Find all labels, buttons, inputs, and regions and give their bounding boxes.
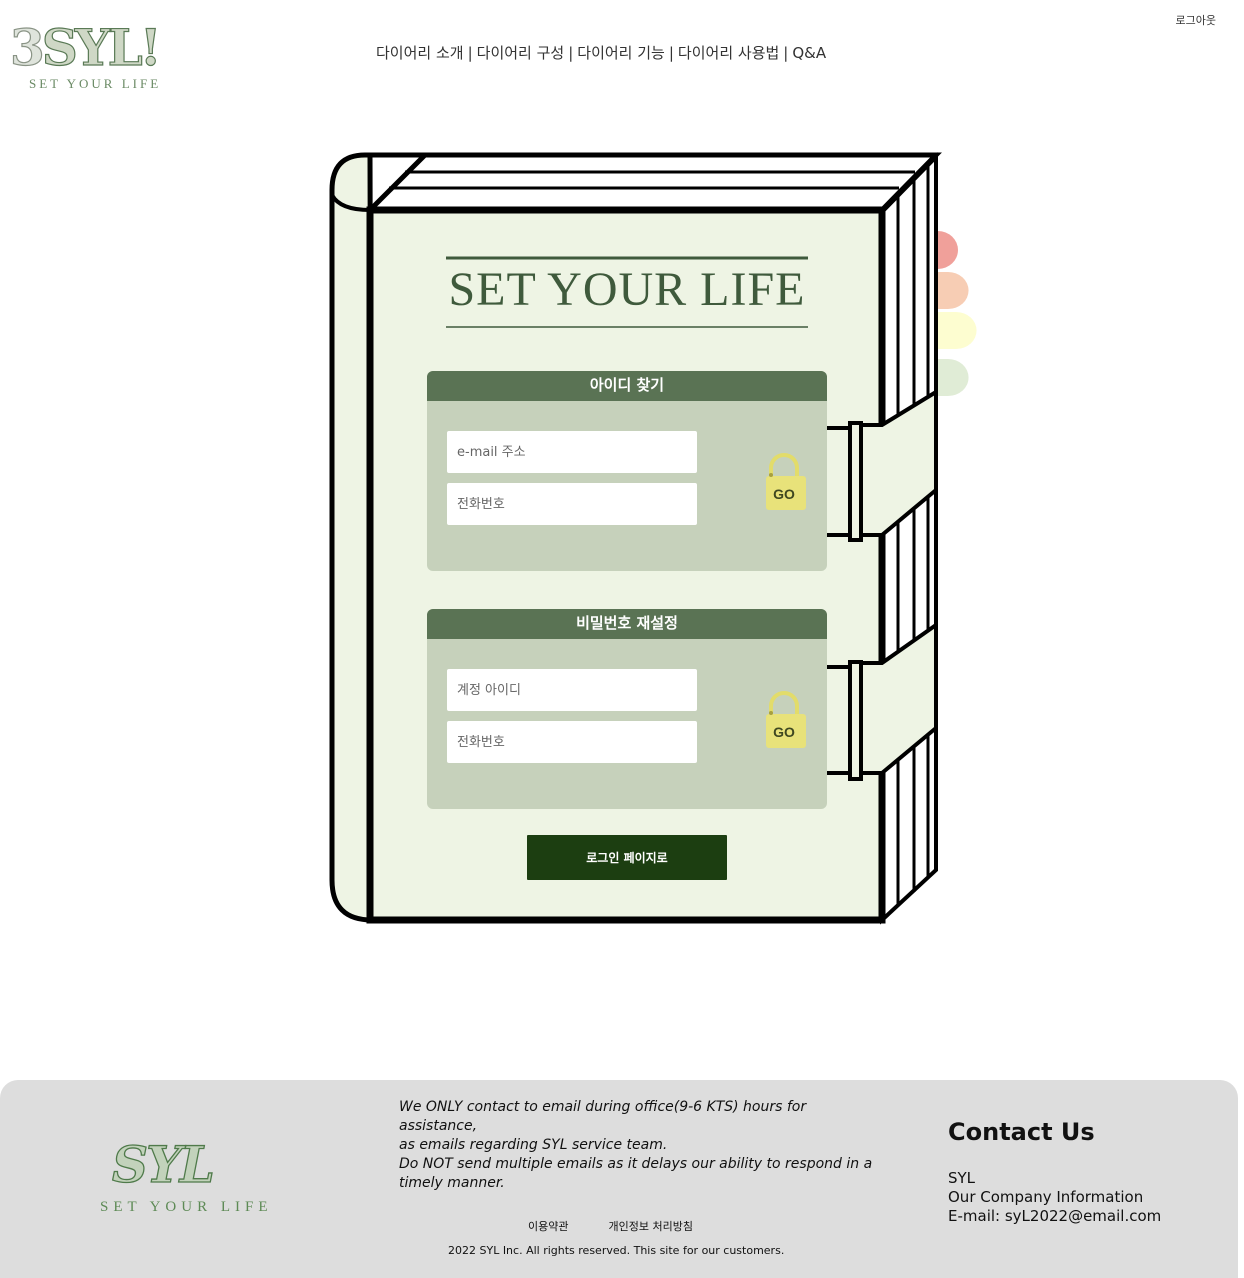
site-footer: SYL SET YOUR LIFE We ONLY contact to ema…	[0, 1080, 1238, 1278]
phone-field[interactable]	[447, 721, 697, 763]
footer-links: 이용약관 개인정보 처리방침	[528, 1218, 733, 1234]
reset-password-go-button[interactable]: GO	[762, 688, 806, 748]
account-id-field[interactable]	[447, 669, 697, 711]
footer-logo: SYL SET YOUR LIFE	[100, 1134, 310, 1225]
go-label: GO	[773, 724, 795, 740]
contact-notice: We ONLY contact to email during office(9…	[399, 1098, 879, 1193]
diary-book: SET YOUR LIFE 아이디 찾기 GO 비밀번호 재설정 GO 로그인 …	[0, 0, 1244, 1000]
email-field[interactable]	[447, 431, 697, 473]
go-label: GO	[773, 486, 795, 502]
reset-password-heading: 비밀번호 재설정	[427, 609, 827, 639]
footer-logo-wordmark: SYL	[111, 1134, 215, 1194]
padlock-icon	[766, 453, 806, 510]
privacy-policy-link[interactable]: 개인정보 처리방침	[608, 1220, 692, 1233]
contact-company: SYL	[948, 1169, 976, 1187]
contact-info: SYL Our Company Information E-mail: syL2…	[948, 1169, 1161, 1226]
notice-line: timely manner.	[399, 1175, 505, 1191]
copyright: 2022 SYL Inc. All rights reserved. This …	[448, 1244, 785, 1257]
top-page-edges	[363, 152, 942, 213]
contact-title: Contact Us	[948, 1118, 1095, 1146]
footer-logo-tagline: SET YOUR LIFE	[100, 1199, 273, 1215]
contact-email: E-mail: syL2022@email.com	[948, 1207, 1162, 1225]
book-spine	[329, 152, 375, 923]
find-id-heading: 아이디 찾기	[427, 371, 827, 401]
find-id-go-button[interactable]: GO	[762, 450, 806, 510]
notice-line: We ONLY contact to email during office(9…	[399, 1099, 807, 1134]
go-to-login-button[interactable]: 로그인 페이지로	[527, 835, 727, 880]
padlock-icon	[766, 691, 806, 748]
notice-line: Do NOT send multiple emails as it delays…	[399, 1156, 873, 1172]
phone-field[interactable]	[447, 483, 697, 525]
notice-line: as emails regarding SYL service team.	[399, 1137, 668, 1153]
terms-link[interactable]: 이용약관	[528, 1220, 568, 1233]
contact-company-info: Our Company Information	[948, 1188, 1144, 1206]
book-title: SET YOUR LIFE	[448, 263, 806, 316]
